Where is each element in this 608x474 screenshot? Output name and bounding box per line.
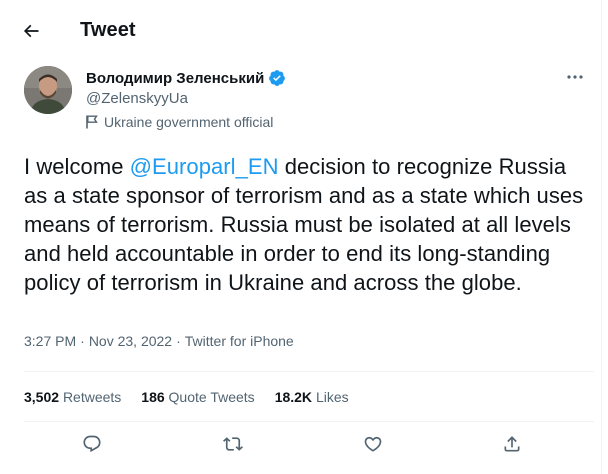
- tweet-text-intro: I welcome: [24, 154, 130, 179]
- author-display-name[interactable]: Володимир Зеленський: [86, 70, 264, 87]
- tweet-stats: 3,502 Retweets 186 Quote Tweets 18.2K Li…: [24, 389, 349, 405]
- meta-separator: ·: [176, 333, 181, 349]
- avatar[interactable]: [24, 66, 72, 114]
- avatar-image: [24, 66, 72, 114]
- quote-tweets-label: Quote Tweets: [168, 389, 255, 405]
- back-button[interactable]: [14, 14, 48, 48]
- reply-button[interactable]: [74, 426, 110, 462]
- like-heart-icon: [364, 436, 382, 452]
- author-handle[interactable]: @ZelenskyyUa: [86, 90, 188, 107]
- tweet-text: I welcome @Europarl_EN decision to recog…: [24, 152, 584, 297]
- author-name-row[interactable]: Володимир Зеленський: [86, 69, 286, 87]
- likes-label: Likes: [315, 389, 349, 405]
- arrow-left-icon: [23, 24, 39, 38]
- share-button[interactable]: [494, 426, 530, 462]
- retweets-label: Retweets: [62, 389, 122, 405]
- meta-separator: ·: [80, 333, 85, 349]
- tweet-date[interactable]: Nov 23, 2022: [89, 333, 172, 349]
- quote-tweets-stat[interactable]: 186 Quote Tweets: [141, 389, 254, 405]
- quote-tweets-count: 186: [141, 389, 165, 405]
- share-icon: [504, 436, 520, 452]
- more-options-button[interactable]: [562, 66, 588, 88]
- retweet-icon: [223, 437, 243, 451]
- verified-badge-icon: [269, 70, 286, 86]
- tweet-time[interactable]: 3:27 PM: [24, 333, 76, 349]
- divider: [24, 371, 594, 372]
- page-header: Tweet: [0, 0, 602, 62]
- retweets-count: 3,502: [24, 389, 60, 405]
- retweets-stat[interactable]: 3,502 Retweets: [24, 389, 121, 405]
- retweet-button[interactable]: [215, 426, 251, 462]
- divider: [24, 421, 594, 422]
- government-label-text: Ukraine government official: [104, 114, 274, 130]
- reply-icon: [83, 435, 101, 453]
- page-title: Tweet: [80, 19, 136, 41]
- like-button[interactable]: [355, 426, 391, 462]
- likes-count: 18.2K: [274, 389, 313, 405]
- flag-icon: [86, 115, 98, 129]
- tweet-actions: [0, 426, 602, 462]
- government-label: Ukraine government official: [86, 114, 273, 130]
- likes-stat[interactable]: 18.2K Likes: [275, 389, 349, 405]
- tweet-source[interactable]: Twitter for iPhone: [185, 333, 294, 349]
- tweet-meta: 3:27 PM · Nov 23, 2022 · Twitter for iPh…: [24, 333, 294, 349]
- mention-link[interactable]: @Europarl_EN: [130, 154, 279, 179]
- tweet-detail-page: Tweet Володимир Зеленський @ZelenskyyUa …: [0, 0, 602, 474]
- more-dots-icon: [567, 75, 583, 79]
